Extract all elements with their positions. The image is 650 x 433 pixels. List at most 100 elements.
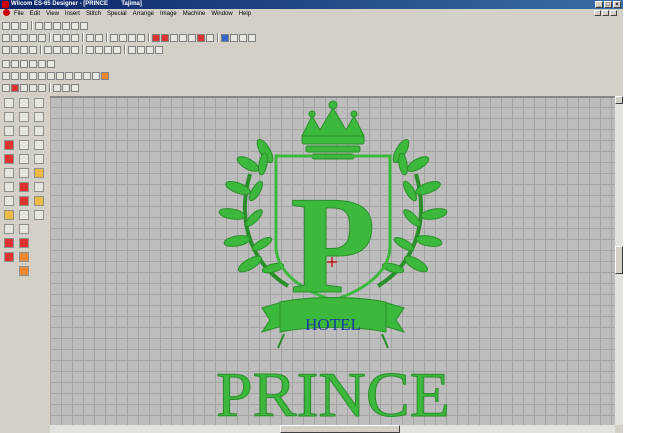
auto-digitize-tool[interactable] <box>19 168 29 178</box>
kaleido-button[interactable] <box>104 45 112 54</box>
rotate-left-button[interactable] <box>62 45 70 54</box>
bitmap-tool[interactable] <box>34 196 44 206</box>
color-film-button[interactable] <box>188 33 196 42</box>
trim-button[interactable] <box>20 83 28 92</box>
object-properties-button[interactable] <box>230 33 238 42</box>
satin-button[interactable] <box>2 71 10 80</box>
menu-special[interactable]: Special <box>107 9 127 19</box>
menu-machine[interactable]: Machine <box>183 9 206 19</box>
trueview-button[interactable] <box>137 45 145 54</box>
ellipse-tool[interactable] <box>34 140 44 150</box>
knife-tool[interactable] <box>19 196 29 206</box>
menu-view[interactable]: View <box>46 9 59 19</box>
design-properties-button[interactable] <box>221 33 229 42</box>
zoom-out-button[interactable] <box>44 21 52 30</box>
rotate-right-button[interactable] <box>71 45 79 54</box>
thread-tool-button[interactable] <box>161 33 169 42</box>
backstitch-button[interactable] <box>38 71 46 80</box>
remove-overlap-tool[interactable] <box>34 182 44 192</box>
color-change-tool[interactable] <box>4 140 14 150</box>
undo-button[interactable] <box>86 33 94 42</box>
show-bitmap-button[interactable] <box>146 45 154 54</box>
zoom-in-button[interactable] <box>35 21 43 30</box>
stitch-list-button[interactable] <box>179 33 187 42</box>
run-tool[interactable] <box>4 112 14 122</box>
red-tool-button[interactable] <box>197 33 205 42</box>
stitch-edit-button[interactable] <box>29 59 37 68</box>
hoop-button[interactable] <box>239 33 247 42</box>
sequin-tool[interactable] <box>34 210 44 220</box>
zigzag-tool[interactable] <box>19 238 29 248</box>
show-stitches-button[interactable] <box>2 21 10 30</box>
monogram-tool[interactable] <box>34 154 44 164</box>
menu-edit[interactable]: Edit <box>30 9 40 19</box>
appliqué-tool[interactable] <box>4 210 14 220</box>
cutwork-button[interactable] <box>113 45 121 54</box>
wreath-button[interactable] <box>95 45 103 54</box>
tatami-button[interactable] <box>11 71 19 80</box>
backtrack-tool[interactable] <box>19 224 29 234</box>
chain-tool[interactable] <box>19 252 29 262</box>
horizontal-scroll-thumb[interactable] <box>280 425 400 433</box>
outline-tool[interactable] <box>4 196 14 206</box>
convert-tool[interactable] <box>4 182 14 192</box>
stipple-button[interactable] <box>83 71 91 80</box>
lock-button[interactable] <box>128 33 136 42</box>
stitch-player-button[interactable] <box>170 33 178 42</box>
ungroup-button[interactable] <box>119 33 127 42</box>
stop-button[interactable] <box>71 83 79 92</box>
connector-tool[interactable] <box>4 224 14 234</box>
show-vector-button[interactable] <box>155 45 163 54</box>
rectangle-tool[interactable] <box>19 140 29 150</box>
pan-button[interactable] <box>71 21 79 30</box>
cut-button[interactable] <box>53 33 61 42</box>
menu-arrange[interactable]: Arrange <box>133 9 154 19</box>
cross-stitch-button[interactable] <box>74 71 82 80</box>
stitch-angle-tool[interactable] <box>4 238 14 248</box>
doc-restore-button[interactable] <box>602 10 609 16</box>
reshape-button[interactable] <box>20 59 28 68</box>
scroll-up-arrow[interactable] <box>615 96 623 104</box>
mirror-v-button[interactable] <box>53 45 61 54</box>
cutwork-tool[interactable] <box>19 210 29 220</box>
select-object-tool[interactable] <box>4 98 14 108</box>
menu-image[interactable]: Image <box>160 9 177 19</box>
polygon-select-button[interactable] <box>11 59 19 68</box>
photo-flash-tool[interactable] <box>34 168 44 178</box>
reshape-object-tool[interactable] <box>19 98 29 108</box>
new-file-button[interactable] <box>2 33 10 42</box>
array-button[interactable] <box>86 45 94 54</box>
select-tool-button[interactable] <box>2 59 10 68</box>
print-button[interactable] <box>29 33 37 42</box>
column-a-tool[interactable] <box>19 112 29 122</box>
align-top-button[interactable] <box>29 45 37 54</box>
design-canvas[interactable]: P HOTEL PRINCE <box>50 96 615 425</box>
triple-run-button[interactable] <box>29 71 37 80</box>
needle-point-button[interactable] <box>11 83 19 92</box>
knife-button[interactable] <box>38 59 46 68</box>
measure-button[interactable] <box>80 21 88 30</box>
fancy-fill-button[interactable] <box>56 71 64 80</box>
align-center-button[interactable] <box>11 45 19 54</box>
copy-button[interactable] <box>62 33 70 42</box>
sequin-button[interactable] <box>92 71 100 80</box>
print-preview-button[interactable] <box>38 33 46 42</box>
tie-in-button[interactable] <box>29 83 37 92</box>
document-menu-icon[interactable] <box>3 9 10 16</box>
doc-close-button[interactable] <box>610 10 617 16</box>
vertical-scroll-thumb[interactable] <box>615 246 623 274</box>
turning-satin-tool[interactable] <box>34 126 44 136</box>
auto-start-end-button[interactable] <box>2 83 10 92</box>
save-button[interactable] <box>20 33 28 42</box>
column-b-tool[interactable] <box>34 112 44 122</box>
paste-button[interactable] <box>71 33 79 42</box>
polygon-tool[interactable] <box>34 98 44 108</box>
stop-tool[interactable] <box>4 252 14 262</box>
show-outlines-button[interactable] <box>11 21 19 30</box>
menu-insert[interactable]: Insert <box>65 9 80 19</box>
zoom-box-button[interactable] <box>62 21 70 30</box>
unlock-button[interactable] <box>137 33 145 42</box>
run-button[interactable] <box>20 71 28 80</box>
menu-window[interactable]: Window <box>211 9 232 19</box>
print-worksheet-button[interactable] <box>53 83 61 92</box>
